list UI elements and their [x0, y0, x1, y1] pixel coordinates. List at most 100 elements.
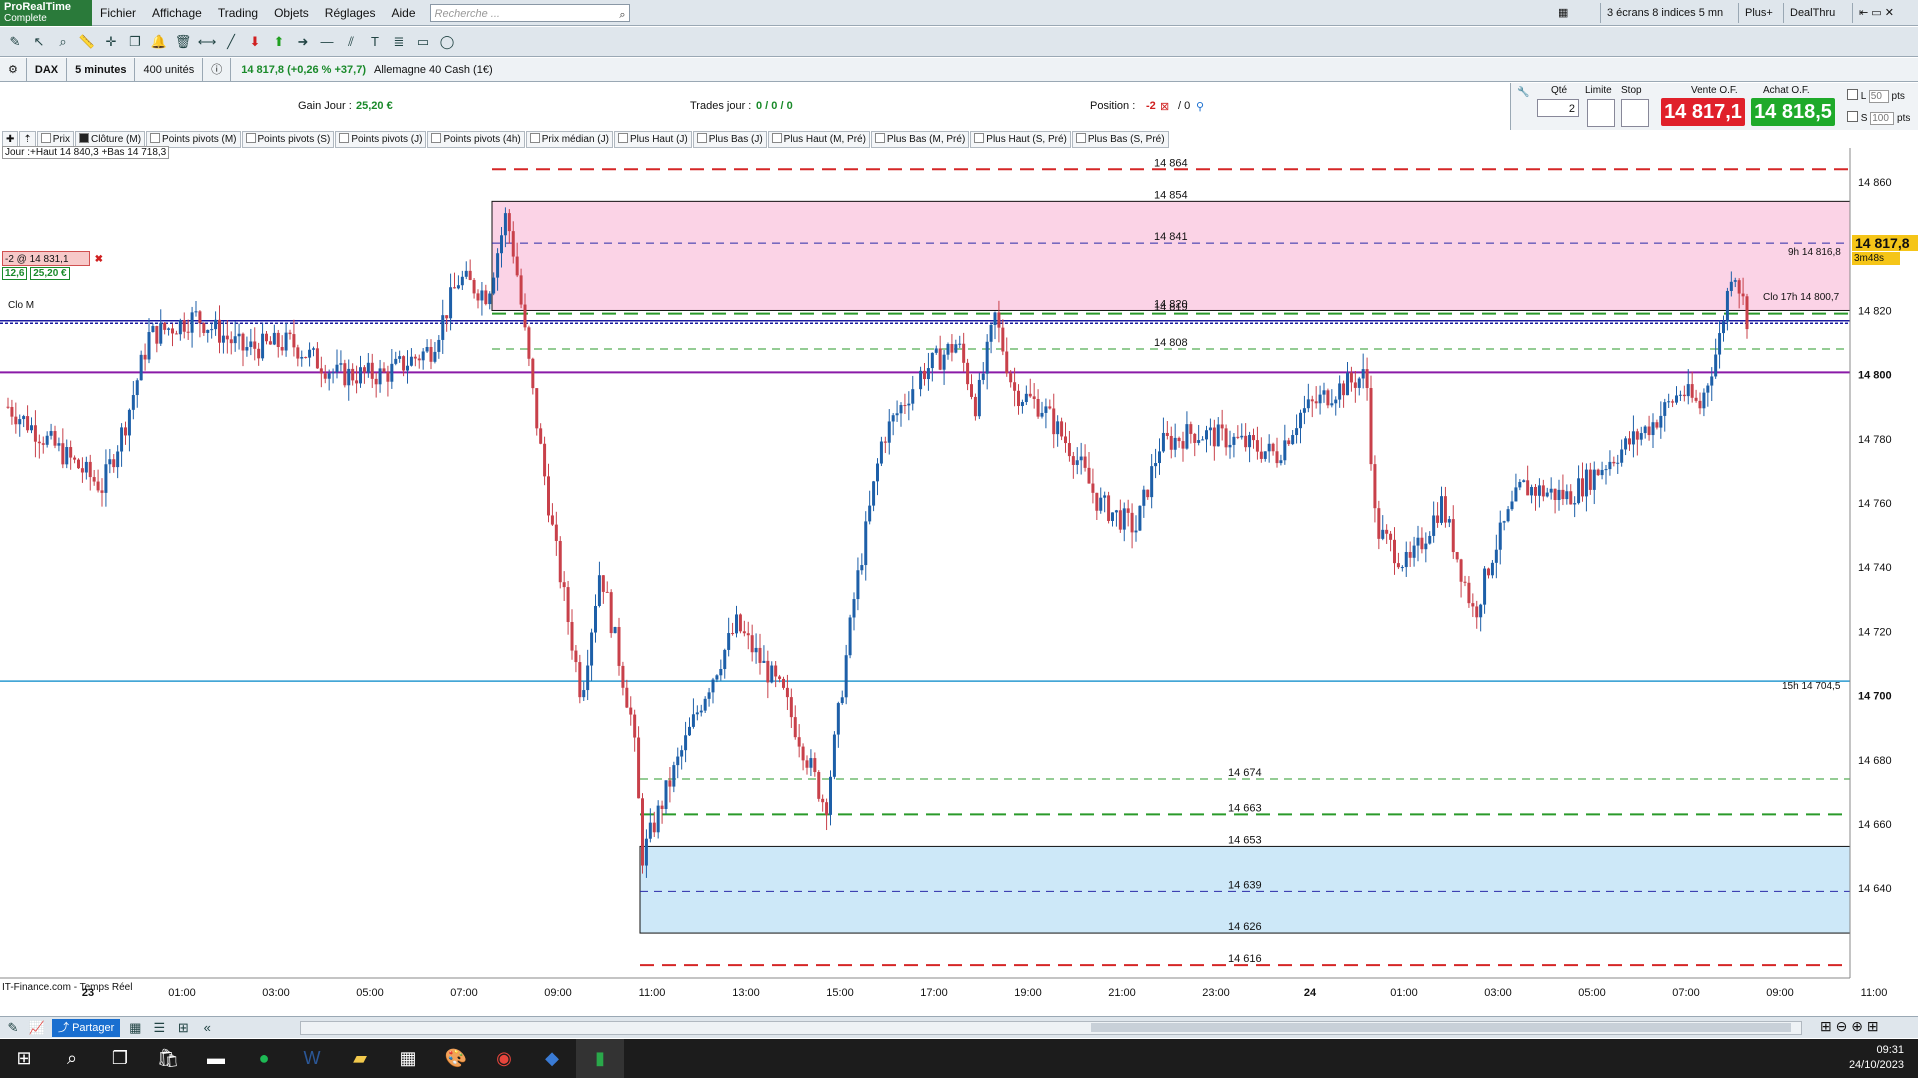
indicator-checkbox[interactable] — [431, 132, 442, 143]
zoom-controls[interactable]: ⊞ ⊖ ⊕ ⊞ — [1820, 1018, 1879, 1035]
position-tag[interactable]: -2 @ 14 831,1 ✖ — [2, 251, 103, 266]
indicator-tab[interactable]: Clôture (M) — [75, 130, 146, 148]
text-icon[interactable]: T — [366, 33, 384, 51]
symbol-selector[interactable]: DAX — [27, 57, 68, 82]
menu-aide[interactable]: Aide — [383, 6, 423, 20]
chrome-icon[interactable]: ◉ — [480, 1039, 528, 1078]
horizontal-scrollbar[interactable] — [300, 1021, 1802, 1035]
indicator-tab[interactable]: Points pivots (M) — [146, 130, 241, 148]
arrow-right-icon[interactable]: ➜ — [294, 33, 312, 51]
spotify-icon[interactable]: ● — [240, 1039, 288, 1078]
indicator-tab[interactable]: Points pivots (S) — [241, 130, 335, 148]
draw-icon[interactable]: ✎ — [4, 1019, 22, 1037]
menu-trading[interactable]: Trading — [210, 6, 266, 20]
crosshair-icon[interactable]: ✛ — [102, 33, 120, 51]
paint-icon[interactable]: 🎨 — [432, 1039, 480, 1078]
indicator-tab[interactable]: Prix médian (J) — [525, 130, 613, 148]
indicator-tab[interactable]: Plus Haut (S, Pré) — [970, 130, 1071, 148]
ellipse-icon[interactable]: ◯ — [438, 33, 456, 51]
search-icon[interactable]: ⌕ — [619, 6, 625, 24]
info-icon[interactable]: ⓘ — [203, 57, 232, 82]
indicator-checkbox[interactable] — [529, 132, 540, 143]
dealthru-button[interactable]: DealThru — [1783, 3, 1841, 23]
fibonacci-icon[interactable]: ≣ — [390, 33, 408, 51]
plus-button[interactable]: Plus+ — [1738, 3, 1779, 23]
indicator-checkbox[interactable] — [974, 132, 985, 143]
cursor-icon[interactable]: ↖ — [30, 33, 48, 51]
chart-svg[interactable]: 14 864 14 854 14 841 14 820 14 819 14 808 14 6… — [0, 148, 1918, 1006]
close-position-icon[interactable]: ⊠ — [1160, 100, 1169, 113]
indicator-tab[interactable]: Plus Haut (M, Pré) — [767, 130, 870, 148]
indicator-checkbox[interactable] — [79, 132, 90, 143]
windows-start-icon[interactable]: ⊞ — [0, 1039, 48, 1078]
indicator-checkbox[interactable] — [696, 132, 707, 143]
indicator-tab[interactable]: Plus Bas (J) — [692, 130, 767, 148]
wrench-icon[interactable]: 🔧 — [1517, 87, 1529, 98]
indicator-checkbox[interactable] — [150, 132, 161, 143]
channel-icon[interactable]: ⫽ — [342, 33, 360, 51]
collapse-icon[interactable]: « — [198, 1019, 216, 1037]
window-controls[interactable]: ⇤ ▭ ✕ — [1852, 3, 1900, 23]
task-view-icon[interactable]: ❐ — [96, 1039, 144, 1078]
folder-icon[interactable]: ▬ — [192, 1039, 240, 1078]
workspace-selector[interactable]: 3 écrans 8 indices 5 mn — [1600, 3, 1729, 23]
l-input[interactable]: 50 — [1868, 90, 1889, 103]
rectangle-icon[interactable]: ▭ — [414, 33, 432, 51]
menu-fichier[interactable]: Fichier — [92, 6, 144, 20]
arrow-down-icon[interactable]: ⬇ — [246, 33, 264, 51]
share-button[interactable]: ⤴ Partager — [52, 1018, 121, 1037]
units-selector[interactable]: 400 unités — [135, 57, 204, 82]
trash-icon[interactable]: 🗑 — [174, 33, 192, 51]
alert-icon[interactable]: 🔔 — [150, 33, 168, 51]
add-indicator-icon[interactable]: ✚ — [2, 130, 19, 148]
indicator-checkbox[interactable] — [40, 132, 51, 143]
calculator-icon[interactable]: ▦ — [126, 1019, 144, 1037]
word-icon[interactable]: W — [288, 1039, 336, 1078]
trading-app-icon[interactable]: ▮ — [576, 1039, 624, 1078]
copy-icon[interactable]: ❐ — [126, 33, 144, 51]
indicator-tab[interactable]: Points pivots (J) — [335, 130, 427, 148]
indicator-checkbox[interactable] — [245, 132, 256, 143]
calculator-taskbar-icon[interactable]: ▦ — [384, 1039, 432, 1078]
indicator-checkbox[interactable] — [1075, 132, 1086, 143]
s-input[interactable]: 100 — [1870, 112, 1895, 125]
indicator-checkbox[interactable] — [771, 132, 782, 143]
menu-reglages[interactable]: Réglages — [317, 6, 384, 20]
arrow-up-icon[interactable]: ⬆ — [270, 33, 288, 51]
zoom-icon[interactable]: ⌕ — [54, 33, 72, 51]
indicator-checkbox[interactable] — [874, 132, 885, 143]
indicator-tab[interactable]: Plus Bas (S, Pré) — [1071, 130, 1169, 148]
indicator-tab[interactable]: Points pivots (4h) — [427, 130, 525, 148]
timeframe-selector[interactable]: 5 minutes — [67, 57, 136, 82]
link-icon[interactable]: ⚲ — [1196, 100, 1204, 113]
indicator-tab[interactable]: Plus Haut (J) — [613, 130, 692, 148]
sell-button[interactable]: 14 817,1 — [1661, 98, 1745, 126]
price-chart[interactable]: 14 864 14 854 14 841 14 820 14 819 14 808 14 6… — [0, 146, 1918, 1006]
limit-button[interactable] — [1587, 99, 1615, 127]
settings-icon[interactable]: ⚙ — [0, 57, 27, 82]
ruler-icon[interactable]: 📏 — [78, 33, 96, 51]
indicator-checkbox[interactable] — [617, 132, 628, 143]
search-input[interactable]: Recherche ... ⌕ — [429, 3, 630, 24]
s-checkbox[interactable] — [1847, 111, 1858, 122]
explorer-icon[interactable]: ▰ — [336, 1039, 384, 1078]
chart-type-icon[interactable]: 📈 — [28, 1019, 46, 1037]
scrollbar-thumb[interactable] — [1091, 1023, 1791, 1032]
hline-icon[interactable]: ― — [318, 33, 336, 51]
grid-icon[interactable]: ⊞ — [174, 1019, 192, 1037]
stop-button[interactable] — [1621, 99, 1649, 127]
store-icon[interactable]: 🛍 — [144, 1039, 192, 1078]
close-tag-icon[interactable]: ✖ — [95, 252, 103, 267]
search-taskbar-icon[interactable]: ⌕ — [48, 1039, 96, 1078]
line-icon[interactable]: ╱ — [222, 33, 240, 51]
prorealtime-taskbar-icon[interactable]: ◆ — [528, 1039, 576, 1078]
list-icon[interactable]: ☰ — [150, 1019, 168, 1037]
segment-icon[interactable]: ⟷ — [198, 33, 217, 51]
indicator-checkbox[interactable] — [339, 132, 350, 143]
pencil-icon[interactable]: ✎ — [6, 33, 24, 51]
indicator-tab[interactable]: Plus Bas (M, Pré) — [870, 130, 970, 148]
indicator-up-icon[interactable]: ⇡ — [19, 130, 36, 148]
indicator-tab[interactable]: Prix — [36, 130, 75, 148]
l-checkbox[interactable] — [1847, 89, 1858, 100]
workspace-icon[interactable]: ▦ — [1552, 3, 1574, 23]
